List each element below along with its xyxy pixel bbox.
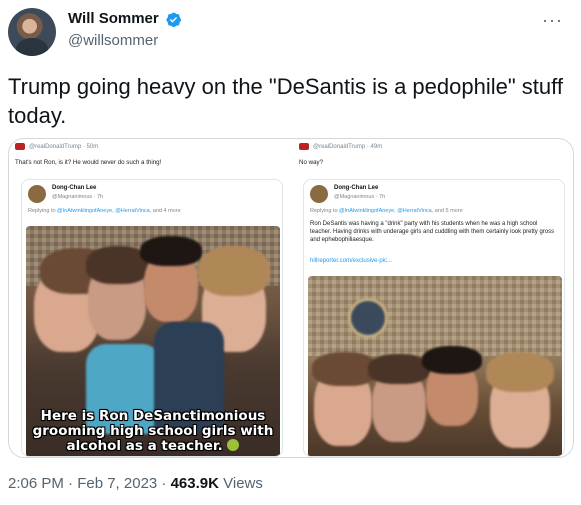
hair (422, 346, 482, 374)
author-handle[interactable]: @willsommer (68, 32, 158, 49)
quoted-name: Dong-Chan Lee (52, 185, 97, 191)
quoted-photo: Here is Ron DeSanctimonious grooming hig… (26, 226, 280, 456)
photo-background (308, 276, 562, 356)
hair (368, 354, 430, 384)
quoted-handle: @Magnanimous · 7h (334, 194, 386, 200)
wall-plate (348, 298, 388, 338)
author-name[interactable]: Will Sommer (68, 10, 159, 27)
truth-logo-icon (299, 143, 309, 150)
media-image-left[interactable]: @realDonaldTrump · 50m That's not Ron, i… (9, 139, 291, 457)
tweet-text: Trump going heavy on the "DeSantis is a … (8, 74, 563, 128)
screenshot-post-text: That's not Ron, is it? He would never do… (15, 159, 162, 166)
quoted-post-card: Dong-Chan Lee @Magnanimous · 7h Replying… (303, 179, 565, 457)
truth-logo-icon (15, 143, 25, 150)
quoted-link[interactable]: hillreporter.com/exclusive-pic... (310, 258, 392, 264)
quoted-body: Ron DeSantis was having a "drink" party … (310, 221, 555, 243)
quoted-avatar (310, 185, 328, 203)
tweet-media[interactable]: @realDonaldTrump · 50m That's not Ron, i… (8, 138, 574, 458)
hair (486, 352, 554, 392)
tweet-timestamp[interactable]: 2:06 PM · Feb 7, 2023 · (8, 475, 171, 492)
hair (140, 236, 202, 266)
quoted-post-card: Dong-Chan Lee @Magnanimous · 7h Replying… (21, 179, 283, 457)
hair (198, 246, 270, 296)
quoted-avatar (28, 185, 46, 203)
tweet-meta: 2:06 PM · Feb 7, 2023 · 463.9K Views (8, 475, 263, 492)
screenshot-header: @realDonaldTrump · 49m (299, 143, 382, 150)
media-image-right[interactable]: @realDonaldTrump · 49m No way? Dong-Chan… (293, 139, 573, 457)
meme-caption: Here is Ron DeSanctimonious grooming hig… (32, 408, 274, 454)
more-horizontal-icon[interactable]: ··· (542, 10, 563, 31)
tweet-header: Will Sommer @willsommer ··· (0, 0, 581, 64)
quoted-name: Dong-Chan Lee (334, 185, 379, 191)
quoted-reply-line: Replying to @InAtwinklingofAneye, @Herra… (310, 208, 463, 214)
quoted-handle: @Magnanimous · 7h (52, 194, 104, 200)
views-count[interactable]: 463.9K (171, 475, 219, 492)
verified-badge-icon (166, 12, 181, 28)
nauseated-face-icon (227, 439, 240, 451)
quoted-photo (308, 276, 562, 456)
views-label: Views (218, 475, 263, 492)
screenshot-header: @realDonaldTrump · 50m (15, 143, 98, 150)
avatar[interactable] (8, 8, 56, 56)
quoted-reply-line: Replying to @InAtwinklingofAneye, @Herra… (28, 208, 181, 214)
screenshot-post-text: No way? (299, 159, 324, 166)
